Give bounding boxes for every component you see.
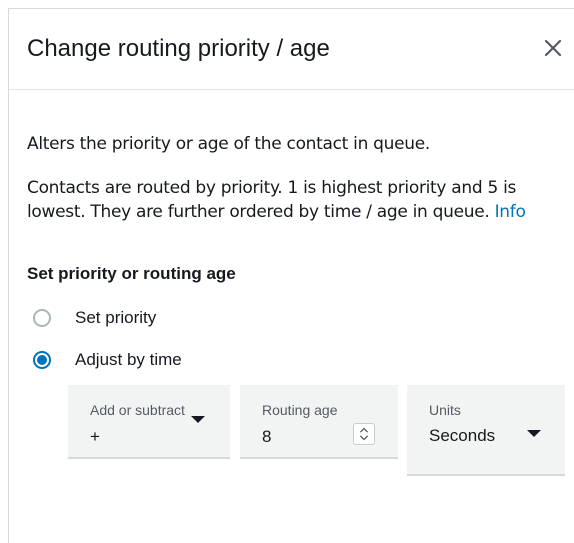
radio-set-priority[interactable]: Set priority [33,306,156,330]
panel-title: Change routing priority / age [27,35,330,62]
info-link[interactable]: Info [495,202,526,222]
radio-adjust-by-time-label: Adjust by time [75,350,182,369]
radio-adjust-by-time[interactable]: Adjust by time [33,348,182,372]
description-text: Alters the priority or age of the contac… [27,134,431,154]
routing-explanation: Contacts are routed by priority. 1 is hi… [27,176,557,224]
routing-age-value[interactable]: 8 [262,427,271,447]
chevron-down-icon[interactable] [527,430,541,437]
radio-unchecked-icon[interactable] [33,309,51,327]
add-or-subtract-value: + [90,427,100,446]
chevron-down-icon[interactable] [191,416,205,423]
radio-checked-icon[interactable] [33,351,51,369]
units-value: Seconds [429,426,496,445]
number-stepper-icon[interactable] [353,423,375,445]
units-select[interactable]: Units Seconds [407,385,565,476]
routing-explanation-text: Contacts are routed by priority. 1 is hi… [27,178,517,222]
routing-age-label: Routing age [262,402,338,418]
add-or-subtract-label: Add or subtract [90,402,185,418]
units-label: Units [429,402,461,418]
routing-priority-panel: Change routing priority / age Alters the… [8,8,574,543]
panel-header: Change routing priority / age [9,9,574,90]
close-icon[interactable] [540,35,566,61]
section-title: Set priority or routing age [27,264,236,283]
routing-age-input[interactable]: Routing age 8 [240,385,398,459]
radio-set-priority-label: Set priority [75,308,157,327]
add-or-subtract-select[interactable]: Add or subtract + [68,385,230,459]
